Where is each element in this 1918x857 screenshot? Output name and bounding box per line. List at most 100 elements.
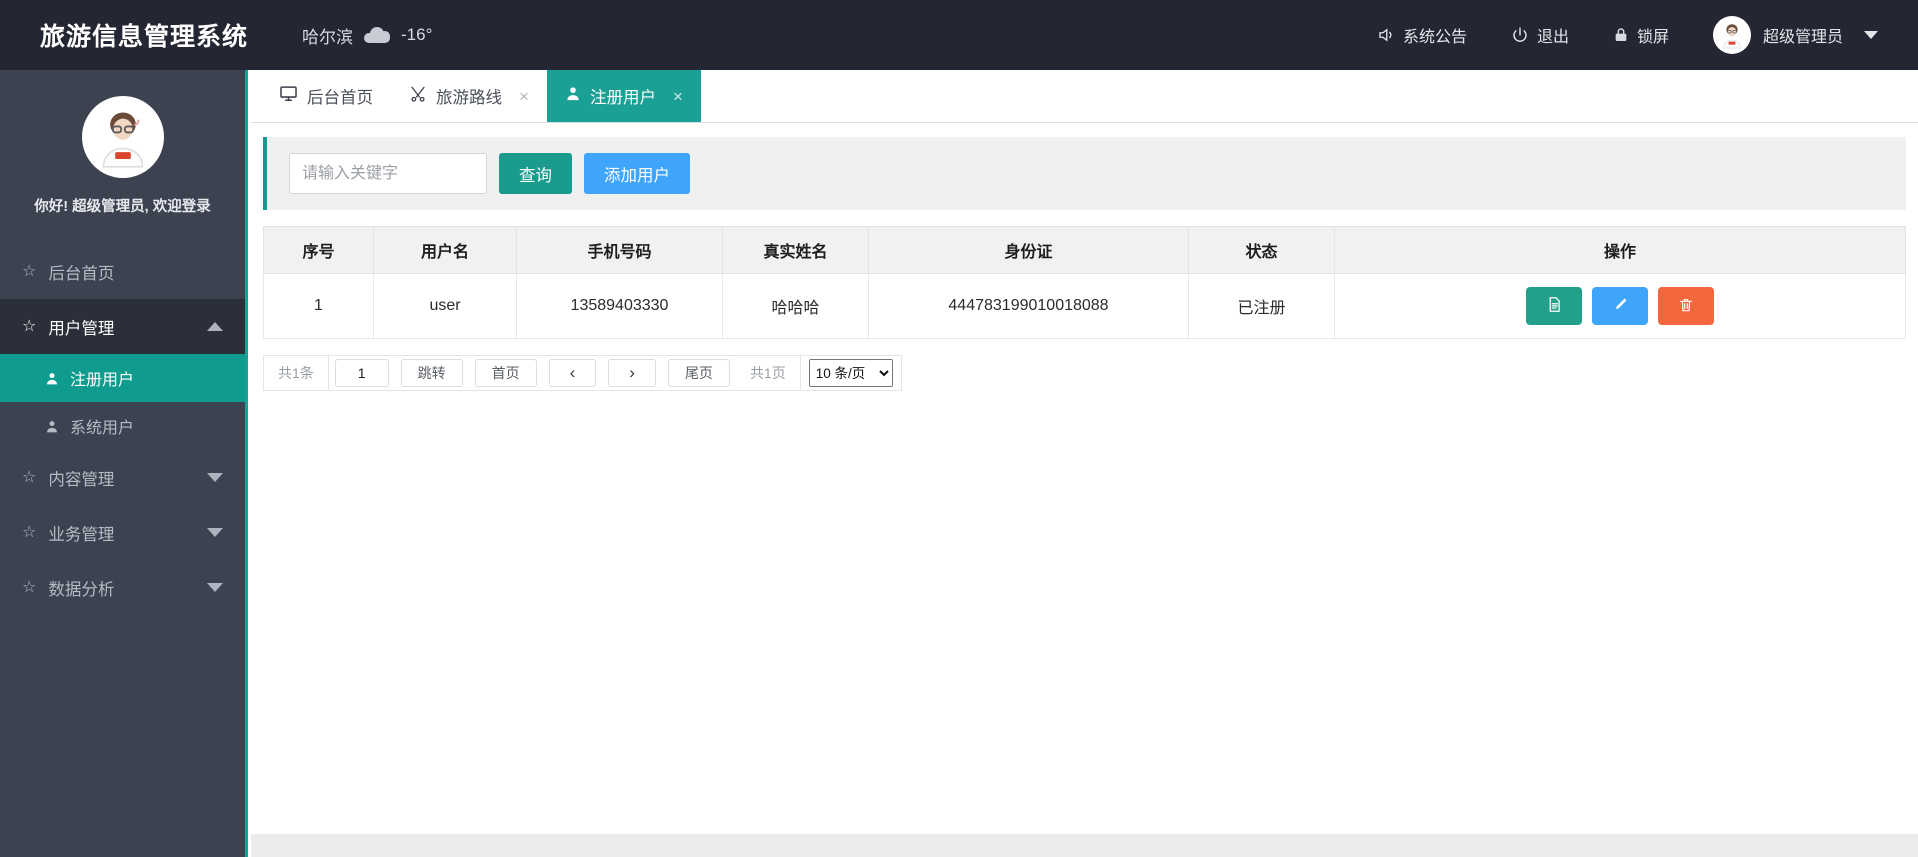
sidebar-item-label: 用户管理: [48, 319, 115, 338]
add-user-button[interactable]: 添加用户: [584, 153, 690, 194]
system-announcement-button[interactable]: 系统公告: [1355, 0, 1489, 70]
sidebar-item-user-management[interactable]: ☆ 用户管理: [0, 299, 245, 354]
sidebar-item-registered-users[interactable]: 注册用户: [0, 354, 245, 402]
logout-button[interactable]: 退出: [1489, 0, 1591, 70]
person-icon: [565, 85, 581, 107]
pagination-last-button[interactable]: 尾页: [667, 359, 730, 387]
star-icon: ☆: [22, 523, 37, 541]
tab-home[interactable]: 后台首页: [261, 70, 391, 122]
chevron-down-icon: [207, 473, 223, 482]
sidebar-item-label: 后台首页: [48, 264, 115, 283]
column-header-idcard: 身份证: [868, 226, 1189, 274]
person-icon: [45, 371, 59, 386]
top-header-bar: 旅游信息管理系统 哈尔滨 -16° 系统公告 退出 锁屏 超级管理员: [0, 0, 1918, 70]
users-table-container: 序号 用户名 手机号码 真实姓名 身份证 状态 操作 1 user 135894…: [263, 226, 1906, 339]
page-size-select[interactable]: 10 条/页20 条/页50 条/页100 条/页: [808, 359, 893, 387]
route-icon: [409, 85, 427, 108]
tab-registered-users[interactable]: 注册用户 ×: [546, 70, 701, 122]
pagination-jump-button[interactable]: 跳转: [400, 359, 463, 387]
lock-screen-label: 锁屏: [1636, 29, 1669, 46]
monitor-icon: [279, 84, 298, 108]
chevron-down-icon: [207, 583, 223, 592]
document-icon: [1546, 295, 1563, 317]
star-icon: ☆: [22, 317, 37, 335]
sidebar-item-label: 数据分析: [48, 580, 115, 599]
table-head: 序号 用户名 手机号码 真实姓名 身份证 状态 操作: [263, 226, 1906, 274]
profile-greeting: 你好! 超级管理员, 欢迎登录: [34, 199, 211, 215]
user-menu[interactable]: 超级管理员: [1691, 0, 1888, 70]
column-header-index: 序号: [263, 226, 374, 274]
tab-label: 后台首页: [307, 89, 373, 107]
pagination-next-button[interactable]: ›: [608, 359, 656, 387]
chevron-down-icon: [207, 528, 223, 537]
chevron-up-icon: [207, 322, 223, 331]
sidebar-menu: ☆ 后台首页 ☆ 用户管理 注册用户 系统用户 ☆ 内容管理 ☆ 业务管理 ☆ …: [0, 244, 245, 615]
cell-username: user: [373, 273, 517, 339]
sidebar-subitem-label: 注册用户: [70, 372, 135, 389]
app-title: 旅游信息管理系统: [40, 23, 249, 51]
search-input[interactable]: [289, 153, 487, 194]
delete-button[interactable]: [1658, 287, 1714, 325]
weather-city: 哈尔滨: [302, 27, 353, 47]
cell-index: 1: [263, 273, 374, 339]
sidebar-item-home[interactable]: ☆ 后台首页: [0, 244, 245, 299]
cell-realname: 哈哈哈: [722, 273, 869, 339]
sidebar-submenu: 注册用户 系统用户: [0, 354, 245, 450]
cell-actions: [1334, 273, 1906, 339]
tab-label: 旅游路线: [436, 89, 502, 107]
column-header-realname: 真实姓名: [722, 226, 869, 274]
lock-icon: [1613, 26, 1629, 44]
star-icon: ☆: [22, 468, 37, 486]
cloud-icon: [364, 27, 390, 43]
cell-status: 已注册: [1188, 273, 1335, 339]
close-icon[interactable]: ×: [673, 88, 683, 105]
query-button[interactable]: 查询: [499, 153, 572, 194]
pagination-pages-total: 共1页: [736, 356, 801, 390]
tab-label: 注册用户: [589, 89, 656, 107]
announcement-icon: [1377, 26, 1395, 44]
tab-travel-routes[interactable]: 旅游路线 ×: [391, 70, 547, 122]
close-icon[interactable]: ×: [519, 88, 529, 105]
power-icon: [1511, 26, 1529, 44]
cell-phone: 13589403330: [516, 273, 723, 339]
column-header-username: 用户名: [373, 226, 517, 274]
pagination-total: 共1条: [264, 356, 329, 390]
user-name: 超级管理员: [1762, 29, 1843, 46]
pagination-size-cell: 10 条/页20 条/页50 条/页100 条/页: [801, 356, 901, 390]
trash-icon: [1678, 296, 1694, 317]
profile-avatar: [81, 96, 164, 178]
search-toolbar: 查询 添加用户: [263, 137, 1906, 210]
users-table: 序号 用户名 手机号码 真实姓名 身份证 状态 操作 1 user 135894…: [263, 226, 1906, 339]
table-row: 1 user 13589403330 哈哈哈 44478319901001808…: [263, 273, 1906, 339]
pagination-prev-button[interactable]: ‹: [548, 359, 597, 387]
table-body: 1 user 13589403330 哈哈哈 44478319901001808…: [263, 273, 1906, 339]
footer-strip: [251, 834, 1918, 857]
row-action-group: [1335, 287, 1905, 325]
chevron-down-icon: [1864, 31, 1878, 39]
sidebar-item-content-management[interactable]: ☆ 内容管理: [0, 450, 245, 505]
tab-bar: 后台首页 旅游路线 × 注册用户 ×: [251, 70, 1918, 123]
sidebar-item-label: 业务管理: [48, 525, 115, 544]
sidebar-item-business-management[interactable]: ☆ 业务管理: [0, 505, 245, 560]
pagination-first-button[interactable]: 首页: [474, 359, 537, 387]
view-button[interactable]: [1526, 287, 1582, 325]
weather-widget: 哈尔滨 -16°: [302, 23, 432, 48]
person-icon: [45, 419, 59, 434]
star-icon: ☆: [22, 578, 37, 596]
edit-button[interactable]: [1592, 287, 1648, 325]
lock-screen-button[interactable]: 锁屏: [1591, 0, 1691, 70]
sidebar-item-system-users[interactable]: 系统用户: [0, 402, 245, 450]
pagination: 共1条 1 跳转 首页 ‹ › 尾页 共1页 10 条/页20 条/页50 条/…: [263, 355, 902, 391]
sidebar-item-data-analysis[interactable]: ☆ 数据分析: [0, 560, 245, 615]
logout-label: 退出: [1536, 29, 1569, 46]
system-announcement-label: 系统公告: [1402, 29, 1467, 46]
sidebar: 你好! 超级管理员, 欢迎登录 ☆ 后台首页 ☆ 用户管理 注册用户 系统用户 …: [0, 70, 248, 857]
table-header-row: 序号 用户名 手机号码 真实姓名 身份证 状态 操作: [263, 226, 1906, 274]
pagination-page-input[interactable]: 1: [334, 359, 389, 387]
column-header-status: 状态: [1188, 226, 1335, 274]
sidebar-subitem-label: 系统用户: [70, 420, 135, 437]
column-header-actions: 操作: [1334, 226, 1906, 274]
star-icon: ☆: [22, 262, 37, 280]
sidebar-profile: 你好! 超级管理员, 欢迎登录: [0, 70, 245, 230]
sidebar-item-label: 内容管理: [48, 470, 115, 489]
